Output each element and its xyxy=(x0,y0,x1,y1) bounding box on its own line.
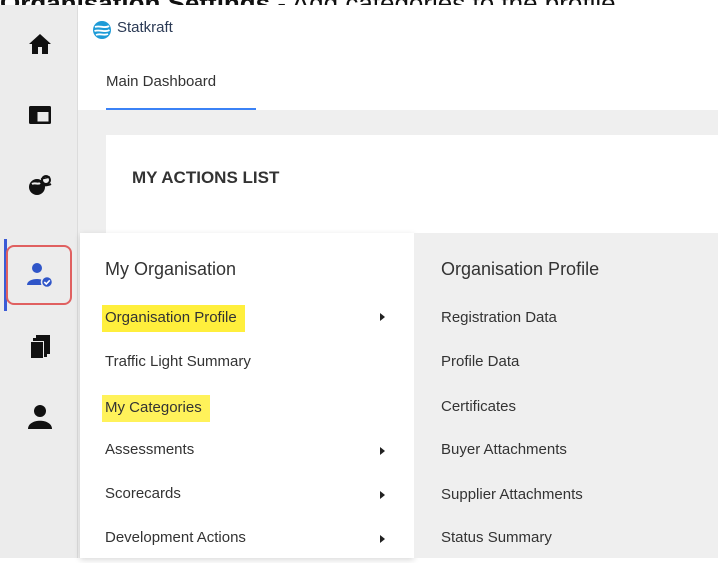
network-icon[interactable] xyxy=(20,165,60,205)
submenu-item-status-summary[interactable]: Status Summary xyxy=(441,529,552,546)
header: Statkraft xyxy=(78,5,718,55)
submenu-item-registration-data[interactable]: Registration Data xyxy=(441,309,557,326)
submenu-heading: Organisation Profile xyxy=(441,259,600,279)
menu-item-traffic-light-summary[interactable]: Traffic Light Summary xyxy=(105,353,251,370)
chevron-right-icon xyxy=(380,313,385,321)
menu-item-scorecards[interactable]: Scorecards xyxy=(105,485,181,502)
menu-item-my-categories[interactable]: My Categories xyxy=(102,395,210,422)
submenu-item-certificates[interactable]: Certificates xyxy=(441,398,516,415)
statkraft-logo-icon[interactable] xyxy=(92,20,112,40)
menu-item-assessments[interactable]: Assessments xyxy=(105,441,194,458)
menu-heading: My Organisation xyxy=(105,259,237,279)
actions-list-card: MY ACTIONS LIST xyxy=(106,135,718,245)
menu-item-development-actions[interactable]: Development Actions xyxy=(105,529,246,546)
active-tab-underline xyxy=(106,108,256,110)
submenu-item-buyer-attachments[interactable]: Buyer Attachments xyxy=(441,441,567,458)
home-icon[interactable] xyxy=(20,24,60,64)
sidebar xyxy=(0,5,78,558)
documents-icon[interactable] xyxy=(20,327,60,367)
tab-bar: Main Dashboard xyxy=(78,55,718,110)
menu-item-organisation-profile[interactable]: Organisation Profile xyxy=(102,305,245,332)
organisation-menu: My Organisation Organisation Profile Tra… xyxy=(80,233,414,558)
card-title: MY ACTIONS LIST xyxy=(132,168,280,187)
chevron-right-icon xyxy=(380,447,385,455)
dashboard-icon[interactable] xyxy=(20,95,60,135)
chevron-right-icon xyxy=(380,491,385,499)
user-icon[interactable] xyxy=(20,397,60,437)
tab-main-dashboard[interactable]: Main Dashboard xyxy=(106,73,216,90)
submenu-item-supplier-attachments[interactable]: Supplier Attachments xyxy=(441,486,583,503)
submenu-item-profile-data[interactable]: Profile Data xyxy=(441,353,519,370)
organisation-profile-submenu: Organisation Profile Registration Data P… xyxy=(414,233,718,558)
brand-name: Statkraft xyxy=(117,19,173,36)
annotation-highlight-box xyxy=(6,245,72,305)
chevron-right-icon xyxy=(380,535,385,543)
